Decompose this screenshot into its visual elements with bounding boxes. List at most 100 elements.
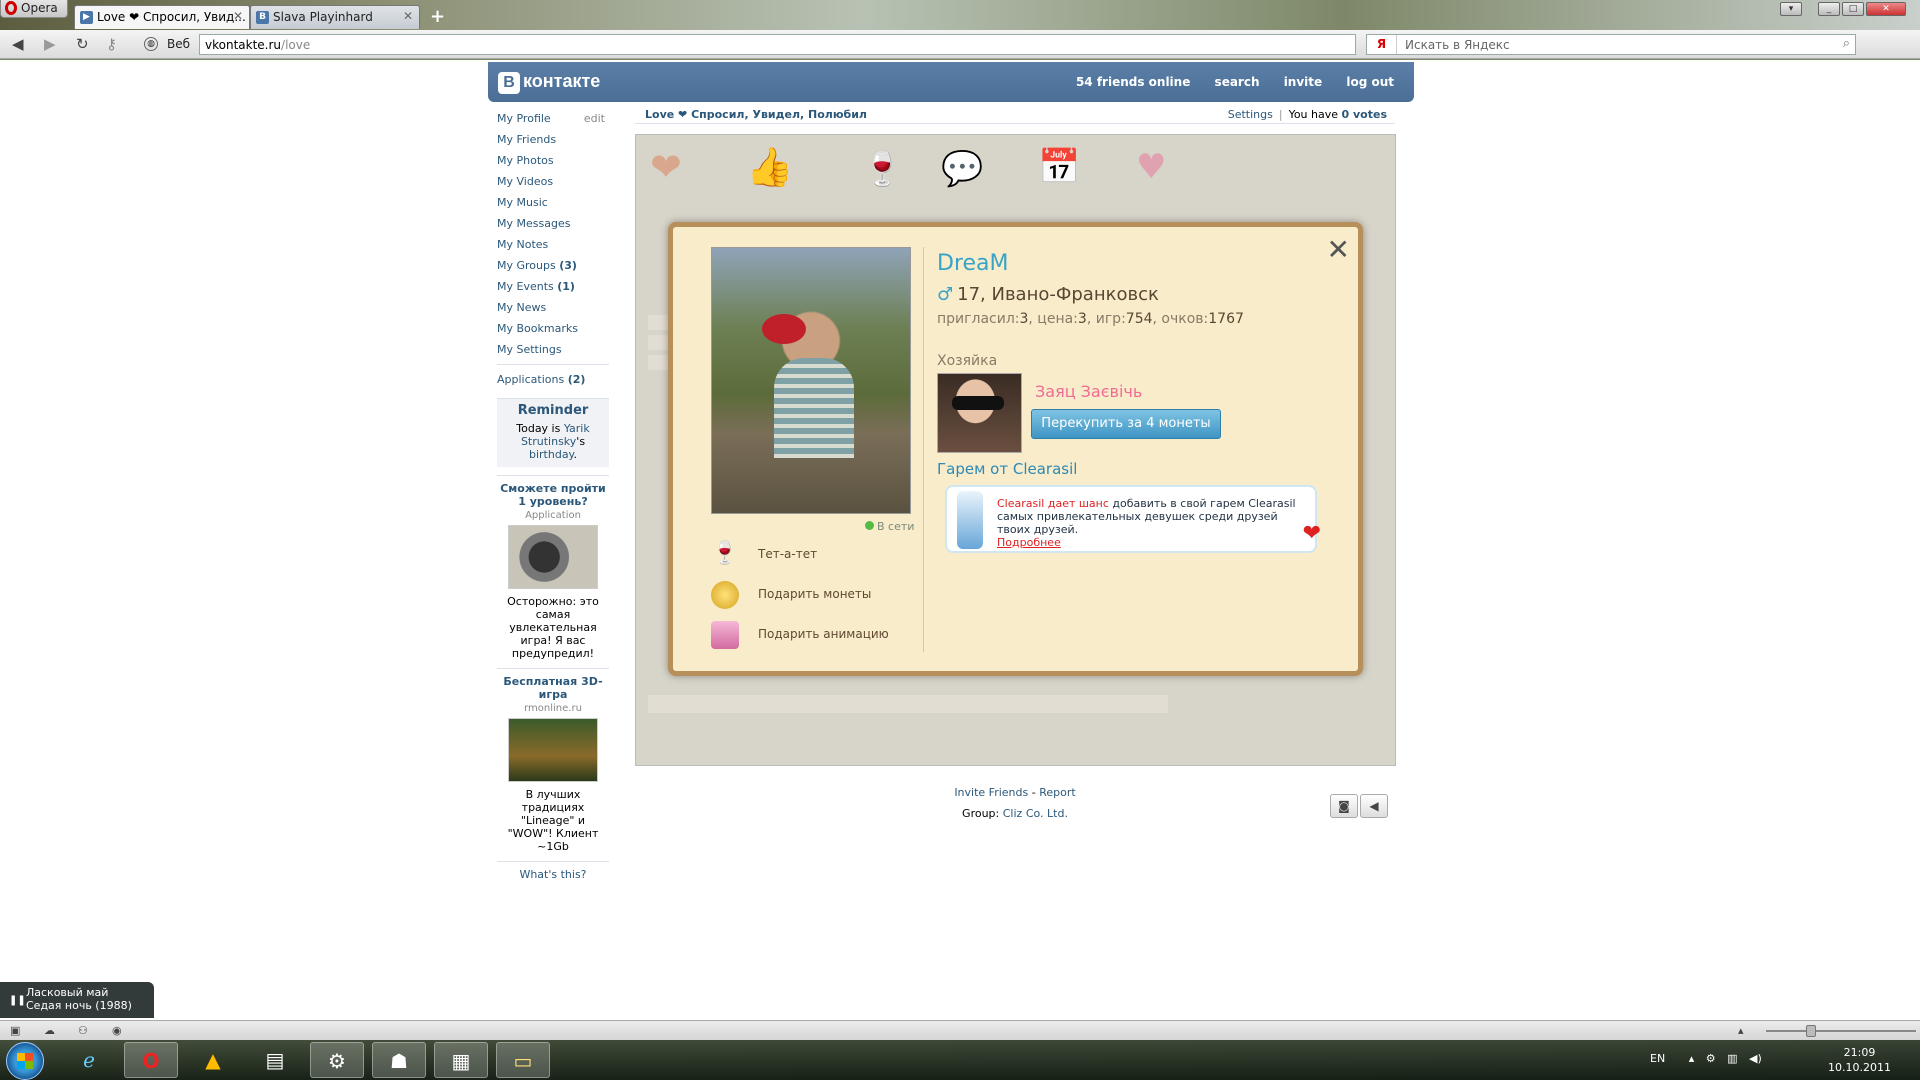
menu-my-profile[interactable]: My Profile edit [497,108,609,129]
forward-arrow-icon[interactable]: ▶ [44,35,56,53]
start-button[interactable] [6,1042,44,1080]
harem-title: Гарем от Clearasil [937,460,1078,478]
zoom-slider[interactable] [1766,1025,1916,1037]
clearasil-banner[interactable]: Clearasil дает шанс добавить в свой гаре… [945,485,1321,553]
ad-image-minigun[interactable] [508,525,598,589]
report-link[interactable]: Report [1039,786,1075,799]
yandex-icon[interactable]: Я [1367,35,1397,54]
background-row [648,695,1168,713]
browser-status-bar: ▣ ☁ ⚇ ◉ ▴ [0,1020,1920,1040]
zoom-slider-handle[interactable] [1806,1025,1816,1037]
ie-taskbar-icon[interactable]: ℯ [62,1042,116,1078]
menu-my-news[interactable]: My News [497,297,609,318]
app-settings-link[interactable]: Settings [1228,108,1273,121]
close-icon[interactable]: ✕ [1327,233,1350,266]
group-link[interactable]: Cliz Co. Ltd. [1003,807,1068,820]
coins-icon [711,581,739,609]
profile-name[interactable]: DreaM [937,251,1009,276]
birthday-link[interactable]: birthday [529,448,574,461]
menu-my-bookmarks[interactable]: My Bookmarks [497,318,609,339]
volume-icon[interactable]: ◀) [1749,1052,1762,1065]
menu-applications[interactable]: Applications (2) [497,369,609,390]
unite-icon[interactable]: ☁ [44,1024,55,1037]
counter-strike-taskbar-icon[interactable]: ☗ [372,1042,426,1078]
search-input[interactable]: Я Искать в Яндекс ⌕ [1366,34,1856,55]
menu-my-groups[interactable]: My Groups (3) [497,255,609,276]
close-tab-icon[interactable]: ✕ [233,9,243,23]
ad-title[interactable]: Бесплатная 3D-игра [497,675,609,701]
background-glasses-icon: 🍷 [861,149,904,189]
owner-label: Хозяйка [937,353,998,369]
edit-profile-link[interactable]: edit [584,108,605,129]
menu-my-friends[interactable]: My Friends [497,129,609,150]
app-title[interactable]: Love ❤ Спросил, Увидел, Полюбил [645,108,867,121]
owner-name-link[interactable]: Заяц Заєвічь [1035,382,1142,401]
search-link[interactable]: search [1215,75,1260,89]
profile-stats: пригласил:3, цена:3, игр:754, очков:1767 [937,311,1244,327]
friends-online-link[interactable]: 54 friends online [1076,75,1190,89]
tab-list-icon[interactable]: ▾ [1780,2,1802,16]
reminder-text: Today is Yarik Strutinsky's birthday. [516,422,590,461]
menu-my-messages[interactable]: My Messages [497,213,609,234]
turbo-icon[interactable]: ◉ [112,1024,122,1037]
tab-slava-playinhard[interactable]: B Slava Playinhard ✕ [250,5,420,29]
close-tab-icon[interactable]: ✕ [403,9,413,23]
profile-photo[interactable] [711,247,911,514]
notepad-taskbar-icon[interactable]: ▦ [434,1042,488,1078]
ad-3d-game[interactable]: Бесплатная 3D-игра rmonline.ru В лучших … [497,668,609,853]
wine-glasses-icon: 🍷 [711,541,739,566]
clearasil-tube-icon [957,491,983,549]
menu-my-videos[interactable]: My Videos [497,171,609,192]
new-tab-button[interactable]: + [430,6,445,27]
buy-out-button[interactable]: Перекупить за 4 монеты [1031,409,1221,439]
gift-icon [711,621,739,649]
reload-icon[interactable]: ↻ [76,35,89,53]
invite-friends-link[interactable]: Invite Friends [954,786,1028,799]
url-input[interactable]: vkontakte.ru/love [199,34,1356,55]
tab-love[interactable]: ▶ Love ❤ Спросил, Увид... ✕ [74,5,250,29]
photo-figure [774,358,854,458]
panel-toggle-icon[interactable]: ▣ [10,1024,20,1037]
menu-my-events[interactable]: My Events (1) [497,276,609,297]
maximize-icon[interactable]: □ [1842,2,1864,16]
view-icon[interactable]: ▴ [1738,1024,1744,1037]
owner-photo[interactable] [937,373,1022,453]
language-indicator[interactable]: EN [1650,1052,1665,1065]
music-player-popup[interactable]: ❚❚ Ласковый май Седая ночь (1988) [0,982,154,1018]
player-artist: Ласковый май [26,986,109,999]
web-badge[interactable]: ◍ Веб [140,35,196,54]
share-icon[interactable]: ⚇ [78,1024,88,1037]
pause-icon[interactable]: ❚❚ [9,994,26,1007]
logout-link[interactable]: log out [1346,75,1394,89]
top-nav: 54 friends online search invite log out [1076,75,1414,89]
steam-taskbar-icon[interactable]: ⚙ [310,1042,364,1078]
invite-link[interactable]: invite [1284,75,1322,89]
save-taskbar-icon[interactable]: ▤ [248,1042,302,1078]
male-icon: ♂ [937,284,954,305]
minimize-icon[interactable]: _ [1818,2,1840,16]
tray-arrow-icon[interactable]: ▴ [1689,1052,1695,1065]
close-window-icon[interactable]: ✕ [1866,2,1906,16]
ad-image-mmorpg[interactable] [508,718,598,782]
profile-age-city: ♂ 17, Ивано-Франковск [937,284,1159,305]
network-icon[interactable]: ▥ [1727,1052,1737,1065]
whats-this-link[interactable]: What's this? [497,861,609,881]
ad-title[interactable]: Сможете пройти 1 уровень? [497,482,609,508]
key-icon[interactable]: ⚷ [106,35,117,53]
menu-my-photos[interactable]: My Photos [497,150,609,171]
opera-menu-button[interactable]: Opera [0,0,68,18]
vk-logo[interactable]: Вконтакте [498,71,600,94]
banner-more-link[interactable]: Подробнее [997,536,1061,549]
explorer-taskbar-icon[interactable]: ▭ [496,1042,550,1078]
ad-game[interactable]: Сможете пройти 1 уровень? Application Ос… [497,475,609,660]
search-icon[interactable]: ⌕ [1843,36,1850,51]
opera-taskbar-icon[interactable]: O [124,1042,178,1078]
menu-my-settings[interactable]: My Settings [497,339,609,360]
clock[interactable]: 21:09 10.10.2011 [1828,1045,1891,1075]
menu-my-music[interactable]: My Music [497,192,609,213]
system-tray: EN ▴ ⚙ ▥ ◀) [1650,1052,1762,1065]
back-arrow-icon[interactable]: ◀ [12,35,24,53]
steam-tray-icon[interactable]: ⚙ [1706,1052,1716,1065]
app-taskbar-icon[interactable]: ▲ [186,1042,240,1078]
menu-my-notes[interactable]: My Notes [497,234,609,255]
